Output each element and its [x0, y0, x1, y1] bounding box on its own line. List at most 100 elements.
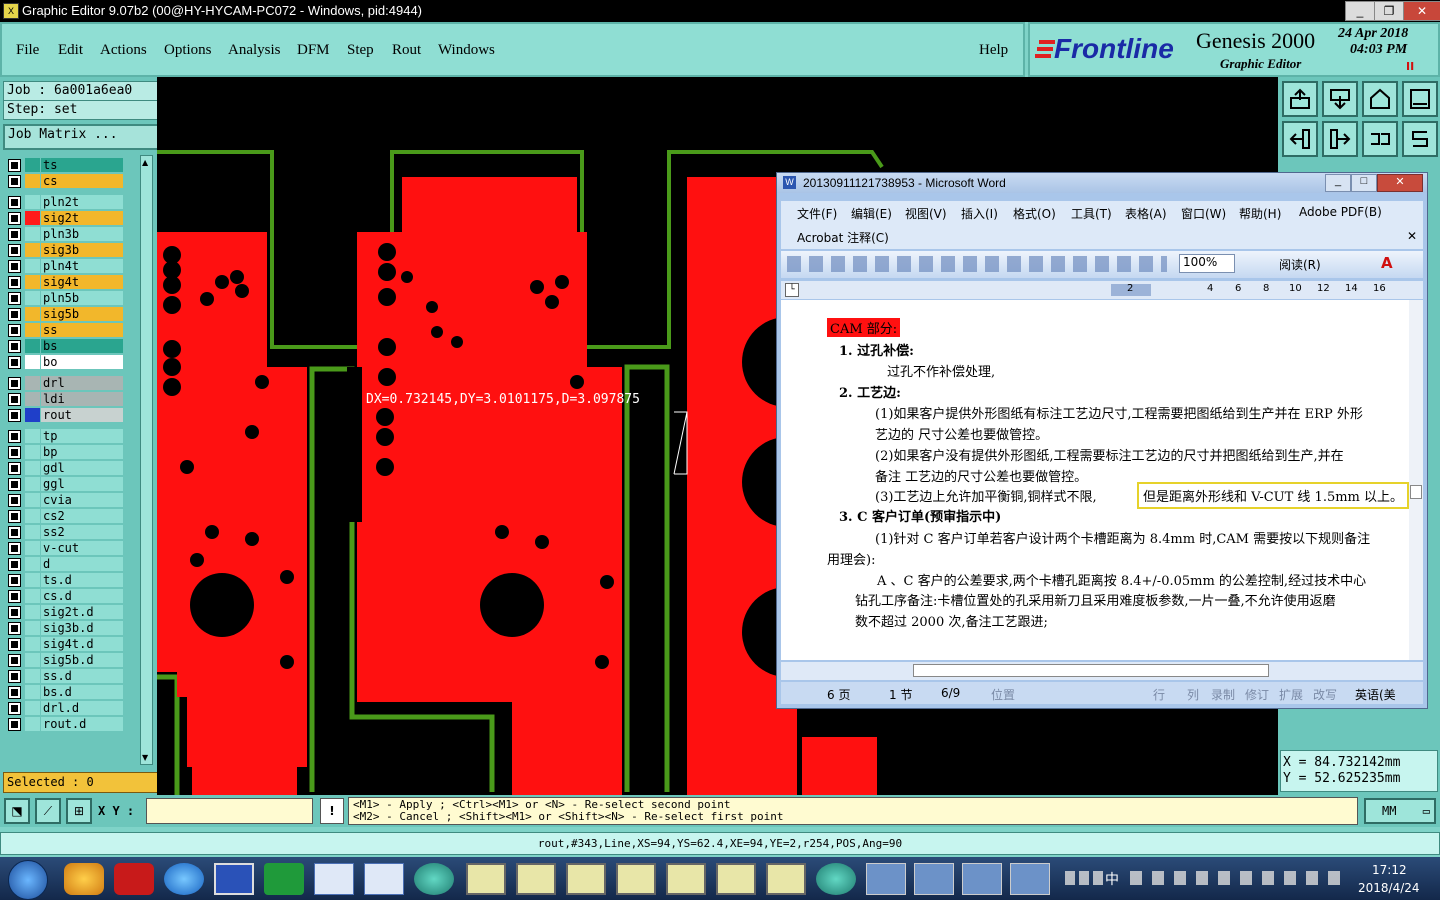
layer-name[interactable]: sig5b	[41, 307, 123, 321]
word-menu-acrobat[interactable]: Acrobat 注释(C)	[797, 229, 889, 246]
layer-checkbox[interactable]	[8, 622, 21, 635]
ime-indicator[interactable]: 中	[1105, 869, 1119, 889]
layer-row-sig5b-d[interactable]: sig5b.d	[5, 652, 123, 668]
word-close-button[interactable]: ✕	[1377, 174, 1423, 192]
layer-row-cs-d[interactable]: cs.d	[5, 588, 123, 604]
layer-name[interactable]: ggl	[41, 477, 123, 491]
layer-checkbox[interactable]	[8, 356, 21, 369]
layer-row-pln2t[interactable]: pln2t	[5, 194, 123, 210]
pan-right-icon[interactable]	[1322, 121, 1358, 157]
save-app-icon[interactable]	[214, 863, 254, 895]
g-app-icon[interactable]	[114, 863, 154, 895]
window-task-icon-4[interactable]	[1010, 863, 1050, 895]
layer-name[interactable]: cs2	[41, 509, 123, 523]
layer-color-swatch[interactable]	[25, 291, 40, 305]
layer-checkbox[interactable]	[8, 430, 21, 443]
layer-name[interactable]: ldi	[41, 392, 123, 406]
word-menu-format[interactable]: 格式(O)	[1013, 205, 1056, 222]
layer-row-ts-d[interactable]: ts.d	[5, 572, 123, 588]
layer-color-swatch[interactable]	[25, 541, 40, 555]
layer-color-swatch[interactable]	[25, 509, 40, 523]
layer-checkbox[interactable]	[8, 590, 21, 603]
tray-icons[interactable]	[1130, 871, 1340, 885]
layer-row-sig4t[interactable]: sig4t	[5, 274, 123, 290]
layer-row-d[interactable]: d	[5, 556, 123, 572]
layer-name[interactable]: gdl	[41, 461, 123, 475]
word-minimize-button[interactable]: _	[1325, 174, 1351, 192]
menu-windows[interactable]: Windows	[438, 42, 495, 59]
menu-help[interactable]: Help	[979, 42, 1008, 59]
layer-color-swatch[interactable]	[25, 621, 40, 635]
read-mode-button[interactable]: 阅读(R)	[1279, 256, 1321, 273]
zoom-home-icon[interactable]	[1282, 81, 1318, 117]
layer-row-v-cut[interactable]: v-cut	[5, 540, 123, 556]
word-menu-view[interactable]: 视图(V)	[905, 205, 947, 222]
word-window[interactable]: W 20130911121738953 - Microsoft Word _ □…	[776, 172, 1428, 709]
snap-icon[interactable]: ⬔	[4, 798, 30, 824]
layer-checkbox[interactable]	[8, 526, 21, 539]
xy-input[interactable]	[146, 798, 313, 824]
layer-row-rout[interactable]: rout	[5, 407, 123, 423]
word-document[interactable]: CAM 部分: 1. 过孔补偿: 过孔不作补偿处理, 2. 工艺边: (1)如果…	[781, 300, 1409, 660]
font-color-icon[interactable]: A	[1381, 254, 1393, 272]
layer-color-swatch[interactable]	[25, 376, 40, 390]
editor-task-icon-2[interactable]	[516, 863, 556, 895]
layer-color-swatch[interactable]	[25, 717, 40, 731]
word-menu-table[interactable]: 表格(A)	[1125, 205, 1167, 222]
word-menu-file[interactable]: 文件(F)	[797, 205, 837, 222]
layer-name[interactable]: d	[41, 557, 123, 571]
menu-dfm[interactable]: DFM	[297, 42, 330, 59]
layer-row-drl-d[interactable]: drl.d	[5, 700, 123, 716]
grid-icon[interactable]: ⊞	[66, 798, 92, 824]
hscroll-thumb[interactable]	[913, 664, 1269, 677]
menu-options[interactable]: Options	[164, 42, 212, 59]
layer-color-swatch[interactable]	[25, 605, 40, 619]
editor-task-icon-4[interactable]	[616, 863, 656, 895]
layer-name[interactable]: bs	[41, 339, 123, 353]
layer-checkbox[interactable]	[8, 574, 21, 587]
layer-row-sig4t-d[interactable]: sig4t.d	[5, 636, 123, 652]
layer-name[interactable]: rout.d	[41, 717, 123, 731]
layer-color-swatch[interactable]	[25, 174, 40, 188]
layer-color-swatch[interactable]	[25, 392, 40, 406]
layer-row-bs[interactable]: bs	[5, 338, 123, 354]
layer-name[interactable]: sig5b.d	[41, 653, 123, 667]
layer-name[interactable]: sig4t.d	[41, 637, 123, 651]
layer-checkbox[interactable]	[8, 686, 21, 699]
layer-color-swatch[interactable]	[25, 355, 40, 369]
layer-row-ldi[interactable]: ldi	[5, 391, 123, 407]
layer-row-ss2[interactable]: ss2	[5, 524, 123, 540]
window-task-icon-2[interactable]	[914, 863, 954, 895]
shell-app-icon[interactable]	[64, 863, 104, 895]
layer-row-bo[interactable]: bo	[5, 354, 123, 370]
layer-color-swatch[interactable]	[25, 275, 40, 289]
layer-name[interactable]: cs.d	[41, 589, 123, 603]
layer-color-swatch[interactable]	[25, 195, 40, 209]
pan-left-icon[interactable]	[1282, 121, 1318, 157]
layer-checkbox[interactable]	[8, 377, 21, 390]
job-matrix-button[interactable]: Job Matrix ...	[3, 124, 160, 150]
editor-task-icon-3[interactable]	[566, 863, 606, 895]
editor-task-icon-5[interactable]	[666, 863, 706, 895]
minimize-button[interactable]: _	[1345, 1, 1375, 21]
layer-row-cs2[interactable]: cs2	[5, 508, 123, 524]
layer-color-swatch[interactable]	[25, 211, 40, 225]
layer-name[interactable]: ts.d	[41, 573, 123, 587]
layer-color-swatch[interactable]	[25, 445, 40, 459]
layer-name[interactable]: bo	[41, 355, 123, 369]
word-vertical-scrollbar[interactable]	[1409, 300, 1423, 660]
word-maximize-button[interactable]: □	[1351, 174, 1377, 192]
layer-row-rout-d[interactable]: rout.d	[5, 716, 123, 732]
genesis-task-icon-2[interactable]	[816, 863, 856, 895]
layer-color-swatch[interactable]	[25, 323, 40, 337]
word-menu-edit[interactable]: 编辑(E)	[851, 205, 892, 222]
redraw-icon[interactable]	[1402, 121, 1438, 157]
layer-scrollbar[interactable]: ▲ ▼	[140, 155, 153, 765]
layer-color-swatch[interactable]	[25, 461, 40, 475]
layer-checkbox[interactable]	[8, 212, 21, 225]
zoom-select[interactable]: 100%	[1179, 254, 1235, 273]
layer-name[interactable]: cs	[41, 174, 123, 188]
home-view-icon[interactable]	[1362, 81, 1398, 117]
tab-stop-icon[interactable]: └	[785, 283, 799, 297]
word-menu-window[interactable]: 窗口(W)	[1181, 205, 1226, 222]
